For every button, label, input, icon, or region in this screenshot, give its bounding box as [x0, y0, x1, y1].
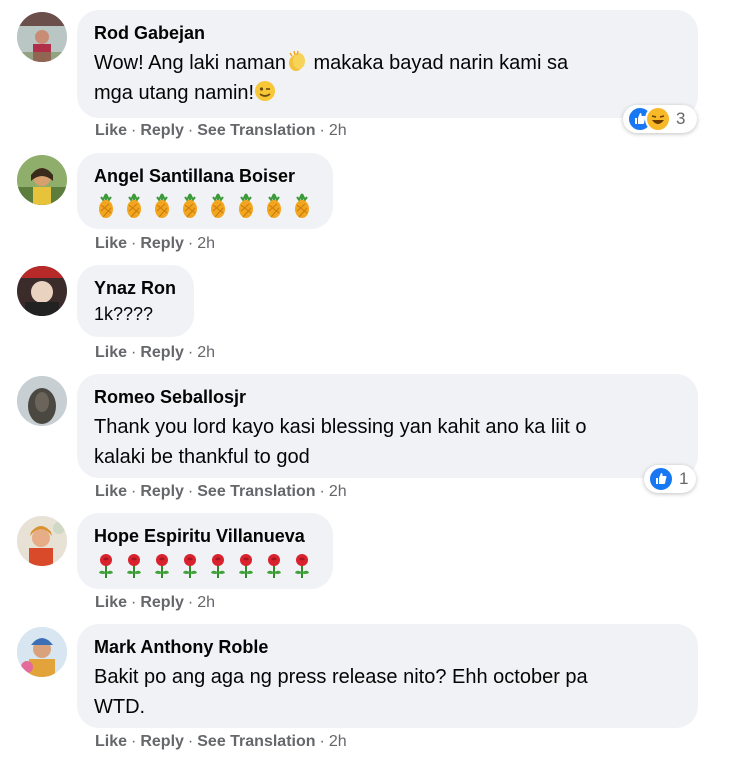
like-button[interactable]: Like [95, 733, 127, 750]
rose-icon [99, 554, 113, 578]
reaction-summary[interactable]: 1 [644, 465, 696, 493]
pineapple-icon [295, 193, 309, 218]
reaction-count: 3 [676, 109, 686, 128]
pineapple-icon [267, 193, 281, 218]
separator: · [319, 122, 325, 139]
comment-text-line: Thank you lord kayo kasi blessing yan ka… [94, 416, 587, 438]
comment-actions: Like · Reply · See Translation · 2h [95, 482, 347, 502]
comment-bubble: Angel Santillana Boiser [77, 153, 333, 229]
like-icon [648, 466, 674, 492]
reply-button[interactable]: Reply [140, 594, 184, 611]
rose-icon [183, 554, 197, 578]
reply-button[interactable]: Reply [140, 483, 184, 500]
comment-timestamp[interactable]: 2h [197, 235, 215, 252]
avatar[interactable] [17, 12, 67, 62]
comment-author[interactable]: Ynaz Ron [94, 277, 176, 299]
comment-actions: Like · Reply · See Translation · 2h [95, 121, 347, 141]
see-translation-link[interactable]: See Translation [197, 122, 315, 139]
rose-icon [295, 554, 309, 578]
comment-timestamp[interactable]: 2h [197, 594, 215, 611]
avatar[interactable] [17, 516, 67, 566]
separator: · [131, 344, 137, 361]
reaction-count: 1 [679, 469, 689, 488]
separator: · [131, 235, 137, 252]
avatar[interactable] [17, 376, 67, 426]
comment-text-part: Wow! Ang laki naman [94, 52, 286, 74]
comment-timestamp[interactable]: 2h [329, 483, 347, 500]
reply-button[interactable]: Reply [140, 733, 184, 750]
comment-actions: Like · Reply · 2h [95, 343, 215, 363]
emoji-row [94, 553, 315, 579]
separator: · [187, 483, 194, 500]
rose-icon [239, 554, 253, 578]
rose-icon [155, 554, 169, 578]
pineapple-icon [211, 193, 225, 218]
rose-icon [211, 554, 225, 578]
separator: · [187, 594, 194, 611]
haha-icon [645, 106, 671, 132]
separator: · [319, 733, 325, 750]
separator: · [187, 122, 194, 139]
pineapple-icon [155, 193, 169, 218]
separator: · [187, 733, 194, 750]
rose-icon [127, 554, 141, 578]
comment-timestamp[interactable]: 2h [197, 344, 215, 361]
comment-bubble: Hope Espiritu Villanueva [77, 513, 333, 589]
avatar[interactable] [17, 627, 67, 677]
pineapple-icon [127, 193, 141, 218]
reply-button[interactable]: Reply [140, 122, 184, 139]
see-translation-link[interactable]: See Translation [197, 483, 315, 500]
comment-author[interactable]: Romeo Seballosjr [94, 386, 680, 408]
separator: · [131, 594, 137, 611]
comment-timestamp[interactable]: 2h [329, 122, 347, 139]
like-button[interactable]: Like [95, 344, 127, 361]
pineapple-icon [99, 193, 113, 218]
like-button[interactable]: Like [95, 235, 127, 252]
comment-bubble: Romeo Seballosjr Thank you lord kayo kas… [77, 374, 698, 478]
comment-author[interactable]: Rod Gabejan [94, 22, 680, 44]
comment-bubble: Rod Gabejan Wow! Ang laki naman makaka b… [77, 10, 698, 118]
comment-author[interactable]: Mark Anthony Roble [94, 636, 680, 658]
clapping-hands-icon [288, 50, 305, 71]
like-button[interactable]: Like [95, 122, 127, 139]
comment-text-line: kalaki be thankful to god [94, 446, 310, 468]
comment-text: Bakit po ang aga ng press release nito? … [94, 662, 680, 722]
separator: · [131, 733, 137, 750]
comment-text: Wow! Ang laki naman makaka bayad narin k… [94, 48, 680, 108]
comment-text-line: mga utang namin! [94, 82, 255, 104]
pineapple-icon [239, 193, 253, 218]
emoji-row [94, 193, 315, 219]
comment-actions: Like · Reply · 2h [95, 593, 215, 613]
rose-icon [267, 554, 281, 578]
separator: · [319, 483, 325, 500]
separator: · [131, 483, 137, 500]
reply-button[interactable]: Reply [140, 235, 184, 252]
comment-text-line: WTD. [94, 696, 146, 718]
winking-face-icon [255, 81, 276, 101]
reaction-summary[interactable]: 3 [623, 105, 697, 133]
avatar[interactable] [17, 266, 67, 316]
separator: · [187, 344, 194, 361]
comment-bubble: Mark Anthony Roble Bakit po ang aga ng p… [77, 624, 698, 728]
pineapple-icon [183, 193, 197, 218]
see-translation-link[interactable]: See Translation [197, 733, 315, 750]
comment-text-part: makaka bayad narin kami sa [307, 52, 569, 74]
comment-actions: Like · Reply · 2h [95, 234, 215, 254]
separator: · [187, 235, 194, 252]
comment-text: Thank you lord kayo kasi blessing yan ka… [94, 412, 680, 472]
comment-bubble: Ynaz Ron 1k???? [77, 265, 194, 337]
reply-button[interactable]: Reply [140, 344, 184, 361]
comment-text: 1k???? [94, 304, 154, 324]
comment-timestamp[interactable]: 2h [329, 733, 347, 750]
comment-author[interactable]: Angel Santillana Boiser [94, 165, 315, 187]
avatar[interactable] [17, 155, 67, 205]
comment-text-line: Bakit po ang aga ng press release nito? … [94, 666, 588, 688]
like-button[interactable]: Like [95, 483, 127, 500]
comment-author[interactable]: Hope Espiritu Villanueva [94, 525, 315, 547]
like-button[interactable]: Like [95, 594, 127, 611]
comment-actions: Like · Reply · See Translation · 2h [95, 732, 347, 752]
separator: · [131, 122, 137, 139]
